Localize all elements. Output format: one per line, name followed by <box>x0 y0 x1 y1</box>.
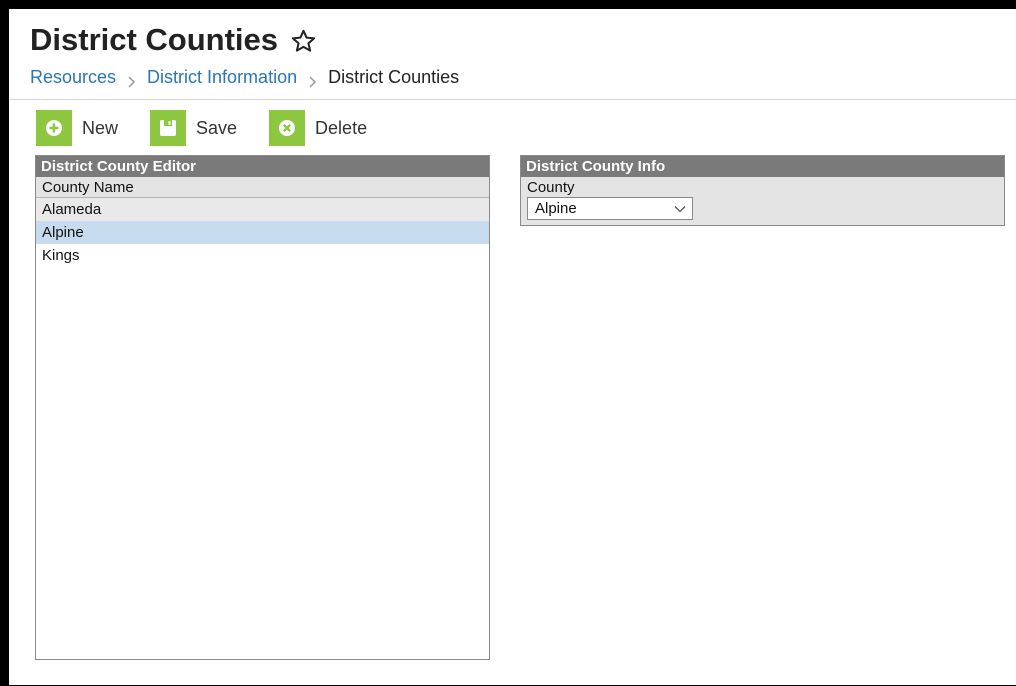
page-header: District Counties Resources District Inf… <box>9 9 1016 100</box>
chevron-right-icon <box>127 72 136 88</box>
delete-button[interactable]: Delete <box>269 110 367 146</box>
chevron-right-icon <box>308 72 317 88</box>
district-county-info: District County Info County Alpine <box>520 155 1005 226</box>
info-title: District County Info <box>521 156 1004 177</box>
new-button-label: New <box>82 117 119 138</box>
floppy-disk-icon <box>150 110 187 146</box>
page-title: District Counties <box>30 22 317 58</box>
table-row-selected[interactable]: Alpine <box>36 221 489 244</box>
breadcrumb-resources[interactable]: Resources <box>30 67 116 88</box>
star-icon[interactable] <box>290 27 317 54</box>
district-county-editor: District County Editor County Name Alame… <box>35 155 490 660</box>
save-button-label: Save <box>196 117 238 138</box>
new-button[interactable]: New <box>36 110 118 146</box>
table-row[interactable]: Alameda <box>36 198 489 221</box>
delete-button-label: Delete <box>315 117 368 138</box>
chevron-down-icon <box>674 200 686 217</box>
county-label: County <box>527 179 575 196</box>
breadcrumb: Resources District Information District … <box>30 67 459 88</box>
page-title-text: District Counties <box>30 22 279 57</box>
plus-circle-icon <box>36 110 72 146</box>
county-select[interactable]: Alpine <box>527 197 693 220</box>
breadcrumb-current: District Counties <box>328 67 460 87</box>
editor-title: District County Editor <box>36 156 489 177</box>
x-circle-icon <box>269 110 306 146</box>
breadcrumb-district-information[interactable]: District Information <box>147 67 297 88</box>
app-window: District Counties Resources District Inf… <box>9 9 1016 685</box>
table-row[interactable]: Kings <box>36 244 489 267</box>
save-button[interactable]: Save <box>150 110 237 146</box>
county-select-value: Alpine <box>535 200 577 217</box>
toolbar: New Save Delete <box>36 109 399 147</box>
column-header-county-name[interactable]: County Name <box>36 177 489 198</box>
